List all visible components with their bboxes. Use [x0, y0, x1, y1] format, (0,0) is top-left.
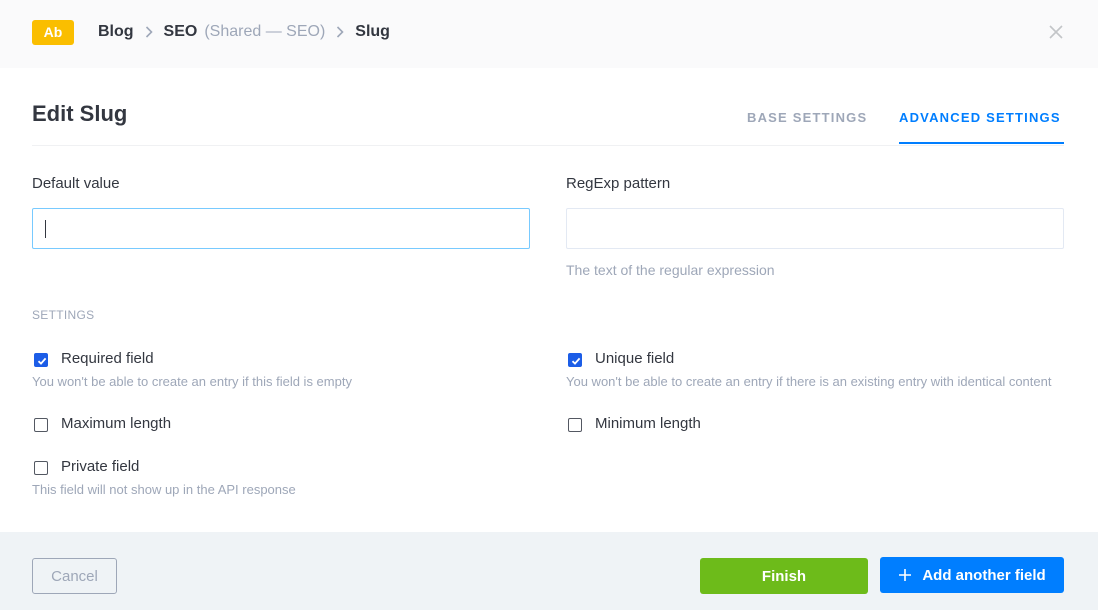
maximum-length-checkbox[interactable] [34, 418, 48, 432]
modal-title: Edit Slug [32, 101, 128, 126]
default-value-input[interactable] [32, 208, 530, 249]
private-field-checkbox[interactable] [34, 461, 48, 475]
text-caret [45, 220, 46, 238]
unique-field-label[interactable]: Unique field [595, 350, 674, 367]
breadcrumb-item-seo[interactable]: SEO [164, 23, 198, 41]
unique-field-desc: You won't be able to create an entry if … [566, 374, 1052, 389]
finish-button[interactable]: Finish [700, 558, 868, 594]
unique-field-checkbox[interactable] [568, 353, 582, 367]
regexp-input[interactable] [566, 208, 1064, 249]
add-another-field-button[interactable]: Add another field [880, 557, 1064, 593]
regexp-label: RegExp pattern [566, 175, 671, 192]
breadcrumb-item-slug: Slug [355, 23, 390, 40]
plus-icon [898, 568, 912, 582]
modal-footer: Cancel Finish Add another field [0, 532, 1098, 610]
breadcrumb: Blog SEO (Shared — SEO) Slug [98, 22, 390, 42]
close-icon[interactable] [1048, 24, 1064, 40]
settings-section-label: SETTINGS [32, 308, 95, 322]
tab-advanced-settings[interactable]: ADVANCED SETTINGS [899, 110, 1061, 125]
regexp-hint: The text of the regular expression [566, 262, 775, 278]
chevron-right-icon [325, 26, 355, 38]
tab-base-settings[interactable]: BASE SETTINGS [747, 110, 867, 125]
private-field-desc: This field will not show up in the API r… [32, 482, 296, 497]
required-field-desc: You won't be able to create an entry if … [32, 374, 352, 389]
breadcrumb-item-blog[interactable]: Blog [98, 23, 134, 41]
checkmark-icon [571, 357, 581, 365]
cancel-button[interactable]: Cancel [32, 558, 117, 594]
checkmark-icon [37, 357, 47, 365]
divider [32, 145, 1064, 146]
breadcrumb-sub: (Shared — SEO) [204, 23, 326, 40]
required-field-label[interactable]: Required field [61, 350, 154, 367]
private-field-label[interactable]: Private field [61, 458, 139, 475]
chevron-right-icon [134, 26, 164, 38]
add-another-field-label: Add another field [922, 566, 1046, 584]
content-type-badge: Ab [32, 20, 74, 45]
minimum-length-checkbox[interactable] [568, 418, 582, 432]
modal-header: Ab Blog SEO (Shared — SEO) Slug [0, 0, 1098, 68]
active-tab-indicator [899, 142, 1064, 144]
minimum-length-label[interactable]: Minimum length [595, 415, 701, 432]
required-field-checkbox[interactable] [34, 353, 48, 367]
maximum-length-label[interactable]: Maximum length [61, 415, 171, 432]
default-value-label: Default value [32, 175, 120, 192]
